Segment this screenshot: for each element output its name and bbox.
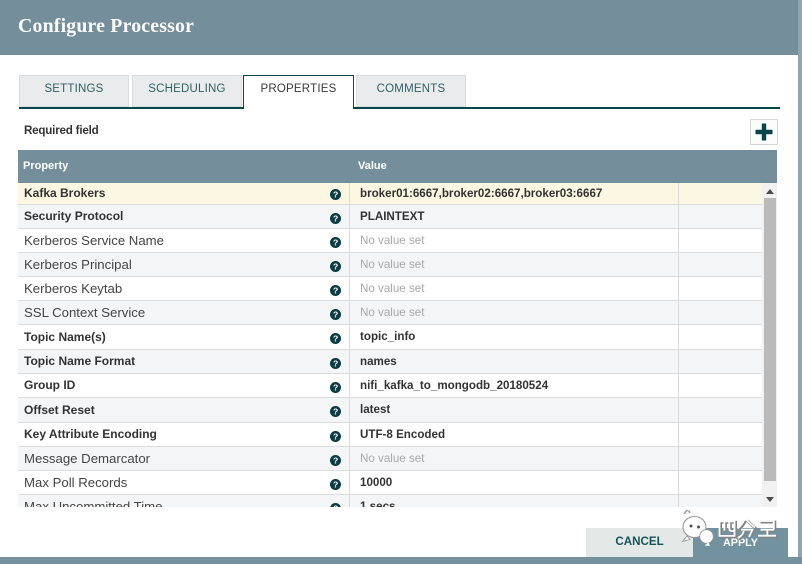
svg-text:?: ? <box>333 455 338 465</box>
svg-text:?: ? <box>333 213 338 223</box>
svg-text:?: ? <box>333 285 338 295</box>
svg-text:?: ? <box>333 431 338 441</box>
svg-text:?: ? <box>333 358 338 368</box>
svg-text:?: ? <box>333 479 338 489</box>
svg-text:?: ? <box>333 333 338 343</box>
svg-text:?: ? <box>333 261 338 271</box>
svg-text:?: ? <box>333 189 338 199</box>
svg-text:?: ? <box>333 237 338 247</box>
svg-text:?: ? <box>333 406 338 416</box>
svg-text:?: ? <box>333 309 338 319</box>
svg-text:?: ? <box>333 382 338 392</box>
svg-text:?: ? <box>333 503 338 507</box>
